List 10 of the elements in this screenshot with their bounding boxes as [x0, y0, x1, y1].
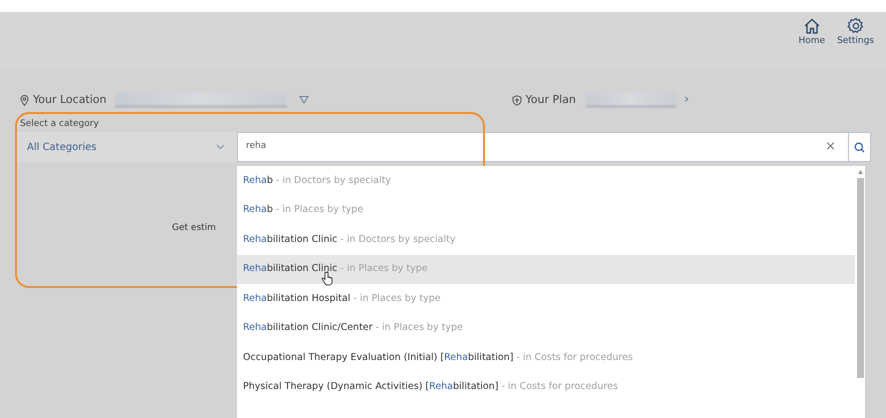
home-button[interactable]: Home [798, 16, 826, 47]
location-label: Your Location [33, 92, 107, 108]
category-label: Select a category [20, 119, 99, 129]
clear-button[interactable]: × [821, 137, 840, 157]
category-select[interactable]: All Categories [15, 132, 237, 162]
plan-label: Your Plan [526, 92, 576, 108]
search-field[interactable]: reha × [237, 132, 849, 162]
estimate-text: Get estim [172, 222, 216, 235]
settings-button[interactable]: Settings [837, 16, 874, 47]
suggestion-item[interactable]: Rehabilitation Clinic - in Places by type [237, 254, 855, 284]
